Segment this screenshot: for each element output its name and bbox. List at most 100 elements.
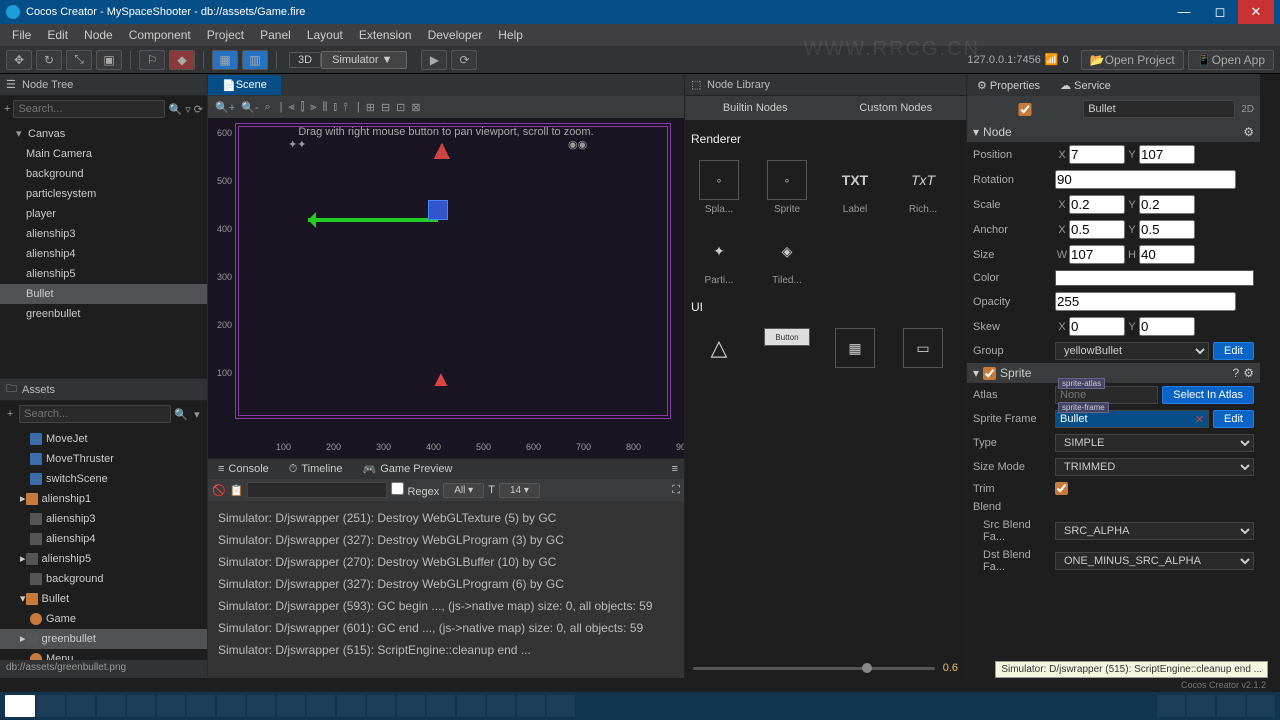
rotate-tool-button[interactable]: ↻: [36, 50, 62, 70]
dst-blend-select[interactable]: ONE_MINUS_SRC_ALPHA: [1055, 552, 1254, 570]
minimize-button[interactable]: —: [1166, 0, 1202, 24]
tree-item[interactable]: alienship5: [0, 264, 207, 284]
taskbar-app-icon[interactable]: [427, 695, 455, 717]
asset-item[interactable]: ▸alienship5: [0, 549, 207, 569]
tray-icon[interactable]: [1187, 695, 1215, 717]
lib-item[interactable]: TxTRich...: [899, 160, 947, 215]
windows-taskbar[interactable]: [0, 692, 1280, 720]
local-tool-button[interactable]: ◆: [169, 50, 195, 70]
size-h-input[interactable]: [1139, 245, 1195, 264]
menu-layout[interactable]: Layout: [299, 24, 351, 46]
menu-edit[interactable]: Edit: [39, 24, 76, 46]
menu-node[interactable]: Node: [76, 24, 121, 46]
sprite-enabled-checkbox[interactable]: [983, 367, 996, 380]
tree-item[interactable]: player: [0, 204, 207, 224]
align-left-icon[interactable]: ⫷: [289, 101, 295, 114]
menu-help[interactable]: Help: [490, 24, 531, 46]
tree-item[interactable]: greenbullet: [0, 304, 207, 324]
dimension-toggle[interactable]: 2D: [1241, 104, 1254, 115]
lib-item[interactable]: △: [695, 328, 743, 372]
console-filter-input[interactable]: [247, 482, 387, 498]
taskbar-app-icon[interactable]: [97, 695, 125, 717]
cortana-icon[interactable]: [37, 695, 65, 717]
menu-extension[interactable]: Extension: [351, 24, 420, 46]
trim-checkbox[interactable]: [1055, 482, 1068, 495]
tray-icon[interactable]: [1217, 695, 1245, 717]
menu-project[interactable]: Project: [199, 24, 252, 46]
lib-item[interactable]: ◦Spla...: [695, 160, 743, 215]
type-select[interactable]: SIMPLE: [1055, 434, 1254, 452]
size-w-input[interactable]: [1069, 245, 1125, 264]
node-section-header[interactable]: ▾Node⚙: [967, 122, 1260, 142]
asset-item[interactable]: alienship4: [0, 529, 207, 549]
asset-item[interactable]: switchScene: [0, 469, 207, 489]
panel-menu-icon[interactable]: ≡: [672, 463, 678, 475]
taskbar-app-icon[interactable]: [277, 695, 305, 717]
taskbar-app-icon[interactable]: [547, 695, 575, 717]
taskbar-app-icon[interactable]: [487, 695, 515, 717]
gear-icon[interactable]: ⚙: [1243, 125, 1254, 139]
clear-icon[interactable]: ✕: [1195, 413, 1204, 426]
asset-item[interactable]: Menu: [0, 649, 207, 660]
taskbar-app-icon[interactable]: [247, 695, 275, 717]
tree-item[interactable]: alienship4: [0, 244, 207, 264]
align-center-icon[interactable]: ⫿: [301, 101, 305, 114]
node-enabled-checkbox[interactable]: [973, 103, 1077, 116]
lib-item[interactable]: ◈Tiled...: [763, 231, 811, 286]
move-tool-button[interactable]: ✥: [6, 50, 32, 70]
menu-panel[interactable]: Panel: [252, 24, 299, 46]
maximize-console-icon[interactable]: ⛶: [672, 484, 680, 497]
tree-item[interactable]: particlesystem: [0, 184, 207, 204]
open-app-button[interactable]: 📱 Open App: [1188, 50, 1274, 70]
taskbar-app-icon[interactable]: [307, 695, 335, 717]
node-name-input[interactable]: [1083, 100, 1235, 118]
src-blend-select[interactable]: SRC_ALPHA: [1055, 522, 1254, 540]
open-project-button[interactable]: 📂 Open Project: [1081, 50, 1184, 70]
position-y-input[interactable]: [1139, 145, 1195, 164]
add-asset-button[interactable]: +: [4, 406, 16, 422]
menu-developer[interactable]: Developer: [420, 24, 491, 46]
lib-item[interactable]: ✦Parti...: [695, 231, 743, 286]
filter-icon[interactable]: ▿: [185, 101, 191, 117]
sprite-section-header[interactable]: ▾Sprite?⚙: [967, 363, 1260, 383]
taskbar-app-icon[interactable]: [457, 695, 485, 717]
clear-console-icon[interactable]: 🚫: [212, 484, 226, 497]
menu-file[interactable]: File: [4, 24, 39, 46]
group-edit-button[interactable]: Edit: [1213, 342, 1254, 360]
rect-tool-button[interactable]: ▣: [96, 50, 122, 70]
add-node-button[interactable]: +: [4, 101, 10, 117]
custom-nodes-tab[interactable]: Custom Nodes: [826, 96, 967, 120]
taskbar-app-icon[interactable]: [367, 695, 395, 717]
sprite-frame-field[interactable]: sprite-frameBullet✕: [1055, 410, 1209, 428]
scene-tab[interactable]: 📄 Scene: [208, 75, 281, 95]
font-size-select[interactable]: 14 ▾: [499, 483, 540, 498]
anchor-tool-button[interactable]: ⚐: [139, 50, 165, 70]
taskbar-app-icon[interactable]: [157, 695, 185, 717]
asset-item[interactable]: MoveJet: [0, 429, 207, 449]
asset-item[interactable]: alienship3: [0, 509, 207, 529]
asset-item[interactable]: Game: [0, 609, 207, 629]
asset-item[interactable]: background: [0, 569, 207, 589]
tree-item[interactable]: Main Camera: [0, 144, 207, 164]
taskbar-app-icon[interactable]: [127, 695, 155, 717]
reset-zoom-icon[interactable]: ⌕: [264, 101, 270, 114]
game-preview-tab[interactable]: 🎮 Game Preview: [353, 463, 463, 476]
opacity-input[interactable]: [1055, 292, 1236, 311]
tree-item-selected[interactable]: Bullet: [0, 284, 207, 304]
zoom-out-icon[interactable]: 🔍-: [241, 101, 258, 114]
assets-filter-icon[interactable]: ▾: [191, 406, 203, 422]
maximize-button[interactable]: ◻: [1202, 0, 1238, 24]
lib-item[interactable]: TXTLabel: [831, 160, 879, 215]
properties-tab[interactable]: ⚙ Properties: [967, 79, 1050, 92]
taskbar-app-icon[interactable]: [217, 695, 245, 717]
task-view-icon[interactable]: [67, 695, 95, 717]
search-icon[interactable]: 🔍: [168, 101, 182, 117]
position-x-input[interactable]: [1069, 145, 1125, 164]
close-button[interactable]: ✕: [1238, 0, 1274, 24]
selected-gizmo[interactable]: [308, 218, 438, 222]
taskbar-app-icon[interactable]: [397, 695, 425, 717]
console-output[interactable]: Simulator: D/jswrapper (251): Destroy We…: [208, 501, 684, 678]
tray-icon[interactable]: [1157, 695, 1185, 717]
assets-search[interactable]: [19, 405, 171, 423]
timeline-tab[interactable]: ⏱ Timeline: [279, 463, 353, 476]
